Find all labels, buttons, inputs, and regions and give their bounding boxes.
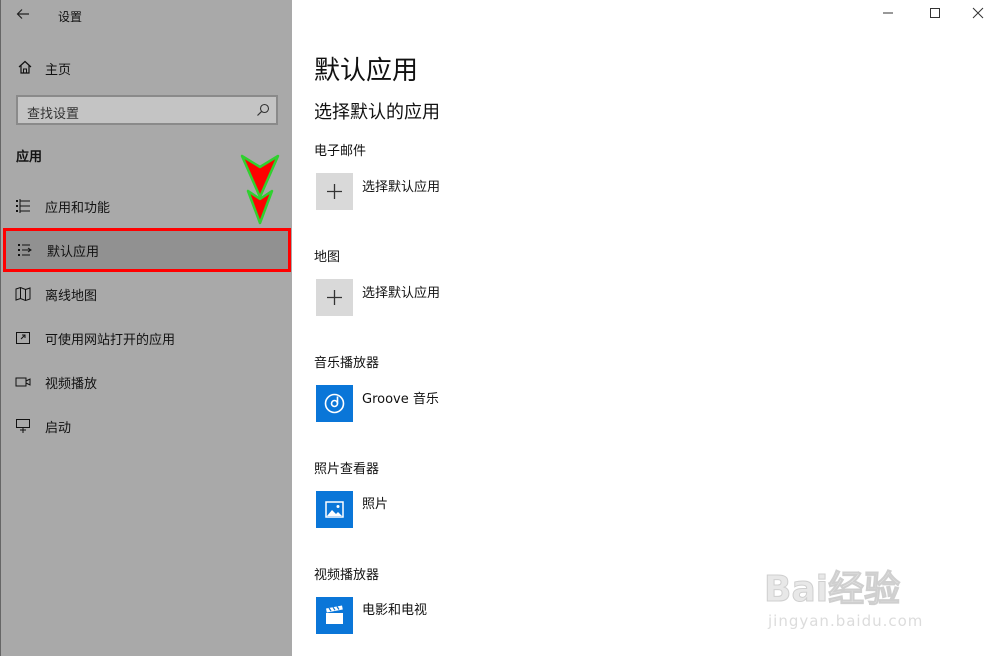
page-title: 默认应用 bbox=[314, 56, 419, 86]
sidebar-item-startup[interactable]: 启动 bbox=[1, 404, 293, 448]
category-email-label: 电子邮件 bbox=[314, 144, 367, 159]
movies-tv-icon bbox=[326, 605, 343, 624]
home-nav-item[interactable]: 主页 bbox=[1, 52, 293, 82]
email-app-name[interactable]: 选择默认应用 bbox=[362, 176, 440, 195]
sidebar-item-offline-maps[interactable]: 离线地图 bbox=[1, 272, 293, 316]
sidebar-item-label: 可使用网站打开的应用 bbox=[45, 333, 176, 348]
category-photo-viewer-label: 照片查看器 bbox=[314, 462, 380, 477]
search-input[interactable]: 查找设置 bbox=[16, 95, 278, 125]
video-icon bbox=[15, 377, 31, 387]
plus-icon bbox=[327, 184, 342, 199]
sidebar-item-website-apps[interactable]: 可使用网站打开的应用 bbox=[1, 316, 293, 360]
sidebar-item-label: 离线地图 bbox=[45, 289, 98, 304]
music-app-name[interactable]: Groove 音乐 bbox=[362, 388, 439, 407]
maps-app-name[interactable]: 选择默认应用 bbox=[362, 282, 440, 301]
sidebar: 设置 主页 查找设置 应用 应用和功能 默认应用 离线地图 可使用网站打开的应用… bbox=[0, 0, 292, 656]
category-maps-label: 地图 bbox=[314, 250, 341, 265]
plus-icon bbox=[327, 290, 342, 305]
groove-music-icon bbox=[324, 393, 345, 414]
sidebar-item-label: 启动 bbox=[45, 421, 72, 436]
home-label: 主页 bbox=[45, 63, 72, 78]
minimize-icon bbox=[883, 12, 893, 14]
back-button[interactable] bbox=[11, 6, 35, 26]
apps-list-icon bbox=[16, 199, 30, 213]
window-title: 设置 bbox=[58, 10, 83, 24]
music-app-picker[interactable] bbox=[316, 385, 353, 422]
email-app-picker[interactable] bbox=[316, 173, 353, 210]
search-placeholder: 查找设置 bbox=[27, 107, 80, 122]
map-icon bbox=[15, 286, 31, 302]
titlebar-left: 设置 bbox=[1, 0, 293, 32]
minimize-button[interactable] bbox=[868, 2, 908, 28]
home-icon bbox=[18, 60, 32, 74]
photos-icon bbox=[325, 501, 344, 518]
page-subtitle: 选择默认的应用 bbox=[314, 102, 440, 123]
search-icon[interactable] bbox=[256, 103, 270, 117]
back-arrow-icon bbox=[16, 9, 29, 19]
sidebar-item-label: 视频播放 bbox=[45, 377, 98, 392]
sidebar-item-label: 应用和功能 bbox=[45, 201, 111, 216]
sidebar-item-label: 默认应用 bbox=[47, 245, 100, 260]
close-button[interactable] bbox=[958, 2, 998, 28]
default-apps-icon bbox=[18, 244, 32, 256]
maximize-button[interactable] bbox=[915, 2, 955, 28]
video-app-picker[interactable] bbox=[316, 597, 353, 634]
photo-app-picker[interactable] bbox=[316, 491, 353, 528]
maps-app-picker[interactable] bbox=[316, 279, 353, 316]
startup-icon bbox=[16, 419, 30, 433]
website-app-icon bbox=[16, 332, 30, 344]
category-video-player-label: 视频播放器 bbox=[314, 568, 380, 583]
pointer-arrow-annotation bbox=[240, 154, 280, 225]
sidebar-item-video-playback[interactable]: 视频播放 bbox=[1, 360, 293, 404]
video-app-name[interactable]: 电影和电视 bbox=[362, 599, 427, 618]
baidu-watermark-logo: Bai经验 bbox=[764, 569, 901, 610]
photo-app-name[interactable]: 照片 bbox=[362, 493, 388, 512]
section-title: 应用 bbox=[16, 150, 43, 165]
main-panel: 默认应用 选择默认的应用 电子邮件 选择默认应用 地图 选择默认应用 音乐播放器… bbox=[292, 0, 1000, 656]
maximize-icon bbox=[930, 8, 940, 18]
watermark-url: jingyan.baidu.com bbox=[768, 612, 924, 630]
close-icon bbox=[972, 7, 984, 19]
sidebar-item-default-apps[interactable]: 默认应用 bbox=[3, 228, 291, 272]
category-music-label: 音乐播放器 bbox=[314, 356, 380, 371]
svg-text:Bai经验: Bai经验 bbox=[764, 569, 900, 609]
